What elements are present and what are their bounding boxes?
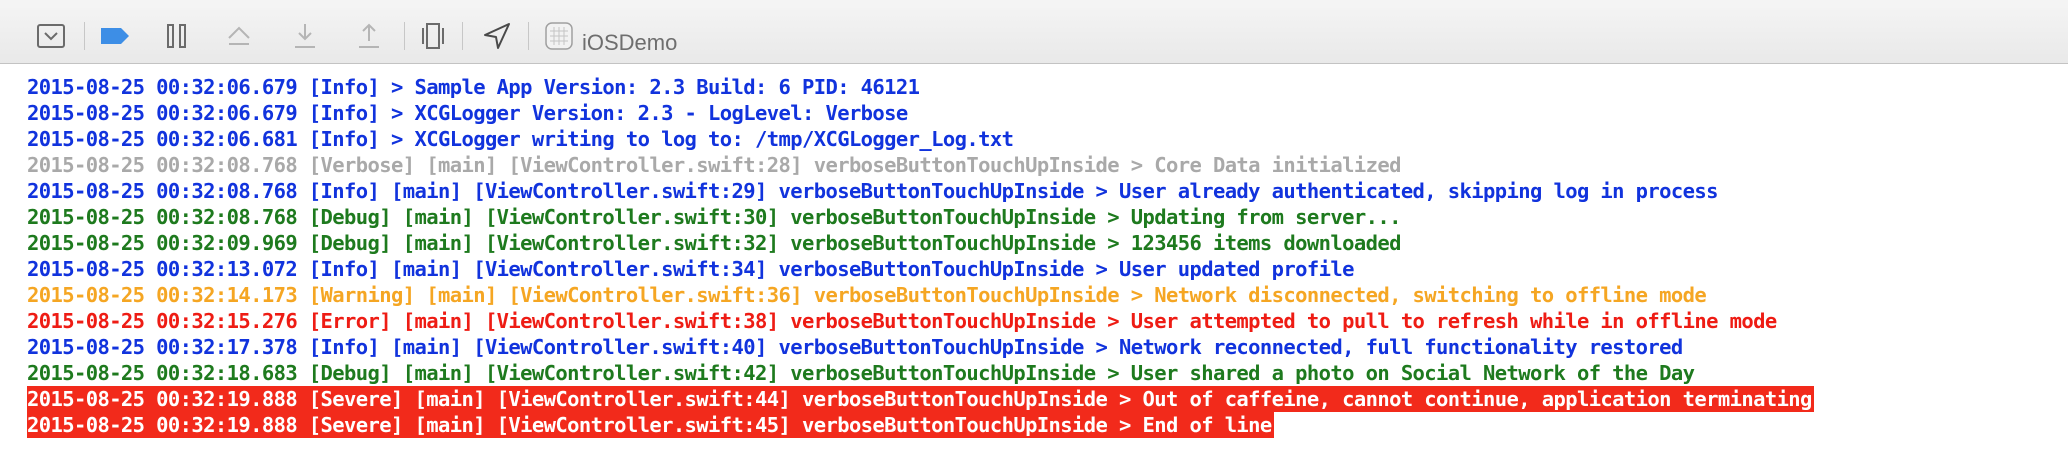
log-line: 2015-08-25 00:32:06.679 [Info] > XCGLogg… — [27, 101, 908, 125]
toolbar-separator — [462, 22, 463, 50]
breakpoints-toggle-button[interactable] — [98, 20, 132, 52]
step-over-button[interactable] — [222, 20, 256, 52]
step-into-icon — [295, 24, 315, 48]
log-line: 2015-08-25 00:32:18.683 [Debug] [main] [… — [27, 361, 1695, 385]
target-app-icon-button[interactable] — [542, 20, 576, 52]
step-over-icon — [228, 26, 250, 45]
hide-debug-area-icon — [37, 24, 65, 48]
step-into-button[interactable] — [288, 20, 322, 52]
toolbar-separator — [84, 22, 85, 50]
step-out-icon — [359, 23, 379, 48]
toolbar-separator — [404, 22, 405, 50]
log-line-severe: 2015-08-25 00:32:19.888 [Severe] [main] … — [27, 386, 1814, 412]
pause-icon — [167, 24, 186, 48]
app-icon — [545, 22, 573, 50]
log-line: 2015-08-25 00:32:13.072 [Info] [main] [V… — [27, 257, 1354, 281]
target-name-label[interactable]: iOSDemo — [582, 30, 677, 56]
simulate-location-button[interactable] — [480, 20, 514, 52]
log-line: 2015-08-25 00:32:17.378 [Info] [main] [V… — [27, 335, 1683, 359]
view-debugger-icon — [422, 23, 444, 49]
debug-toolbar: iOSDemo — [0, 8, 2068, 64]
log-line: 2015-08-25 00:32:09.969 [Debug] [main] [… — [27, 231, 1401, 255]
view-debugger-button[interactable] — [416, 20, 450, 52]
log-line: 2015-08-25 00:32:06.681 [Info] > XCGLogg… — [27, 127, 1014, 151]
log-line: 2015-08-25 00:32:08.768 [Info] [main] [V… — [27, 179, 1718, 203]
step-out-button[interactable] — [352, 20, 386, 52]
simulate-location-icon — [484, 23, 510, 49]
log-line: 2015-08-25 00:32:15.276 [Error] [main] [… — [27, 309, 1777, 333]
log-line: 2015-08-25 00:32:14.173 [Warning] [main]… — [27, 283, 1707, 307]
log-line: 2015-08-25 00:32:06.679 [Info] > Sample … — [27, 75, 920, 99]
log-line: 2015-08-25 00:32:08.768 [Verbose] [main]… — [27, 153, 1401, 177]
toolbar-separator — [528, 22, 529, 50]
console-output[interactable]: 2015-08-25 00:32:06.679 [Info] > Sample … — [0, 66, 2068, 470]
pause-button[interactable] — [160, 20, 194, 52]
breakpoints-toggle-icon — [101, 28, 129, 44]
log-line: 2015-08-25 00:32:08.768 [Debug] [main] [… — [27, 205, 1401, 229]
log-line-severe: 2015-08-25 00:32:19.888 [Severe] [main] … — [27, 412, 1274, 438]
hide-debug-area-button[interactable] — [34, 20, 68, 52]
